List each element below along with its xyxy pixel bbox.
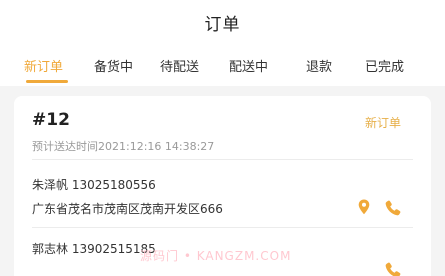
active-tab-indicator (26, 80, 68, 83)
divider (32, 227, 413, 228)
tab-delivering[interactable]: 配送中 (229, 56, 268, 75)
customer-address: 广东省茂名市茂南区茂南开发区666 (32, 202, 223, 216)
tab-new-orders[interactable]: 新订单 (24, 56, 63, 75)
tab-awaiting-delivery[interactable]: 待配送 (160, 56, 199, 75)
tab-refund[interactable]: 退款 (306, 56, 332, 75)
next-customer-contact: 郭志林 13902515185 (32, 242, 156, 256)
order-number: #12 (32, 110, 70, 130)
estimated-delivery-time: 预计送达时间2021:12:16 14:38:27 (32, 140, 215, 153)
tab-completed[interactable]: 已完成 (365, 56, 404, 75)
location-pin-icon[interactable] (355, 198, 373, 216)
divider (32, 159, 413, 160)
phone-icon[interactable] (384, 199, 402, 217)
phone-icon[interactable] (384, 261, 402, 276)
app-header: 订单 (0, 0, 445, 44)
tab-preparing[interactable]: 备货中 (94, 56, 133, 75)
order-page: 订单 新订单 备货中 待配送 配送中 退款 已完成 #12 新订单 预计送达时间… (0, 0, 445, 276)
order-status-badge: 新订单 (364, 116, 401, 130)
page-title: 订单 (204, 14, 241, 35)
watermark: 源码门 • KANGZM.COM (140, 249, 292, 263)
order-status-tabs: 新订单 备货中 待配送 配送中 退款 已完成 (0, 44, 445, 86)
customer-contact: 朱泽帆 13025180556 (32, 178, 156, 192)
